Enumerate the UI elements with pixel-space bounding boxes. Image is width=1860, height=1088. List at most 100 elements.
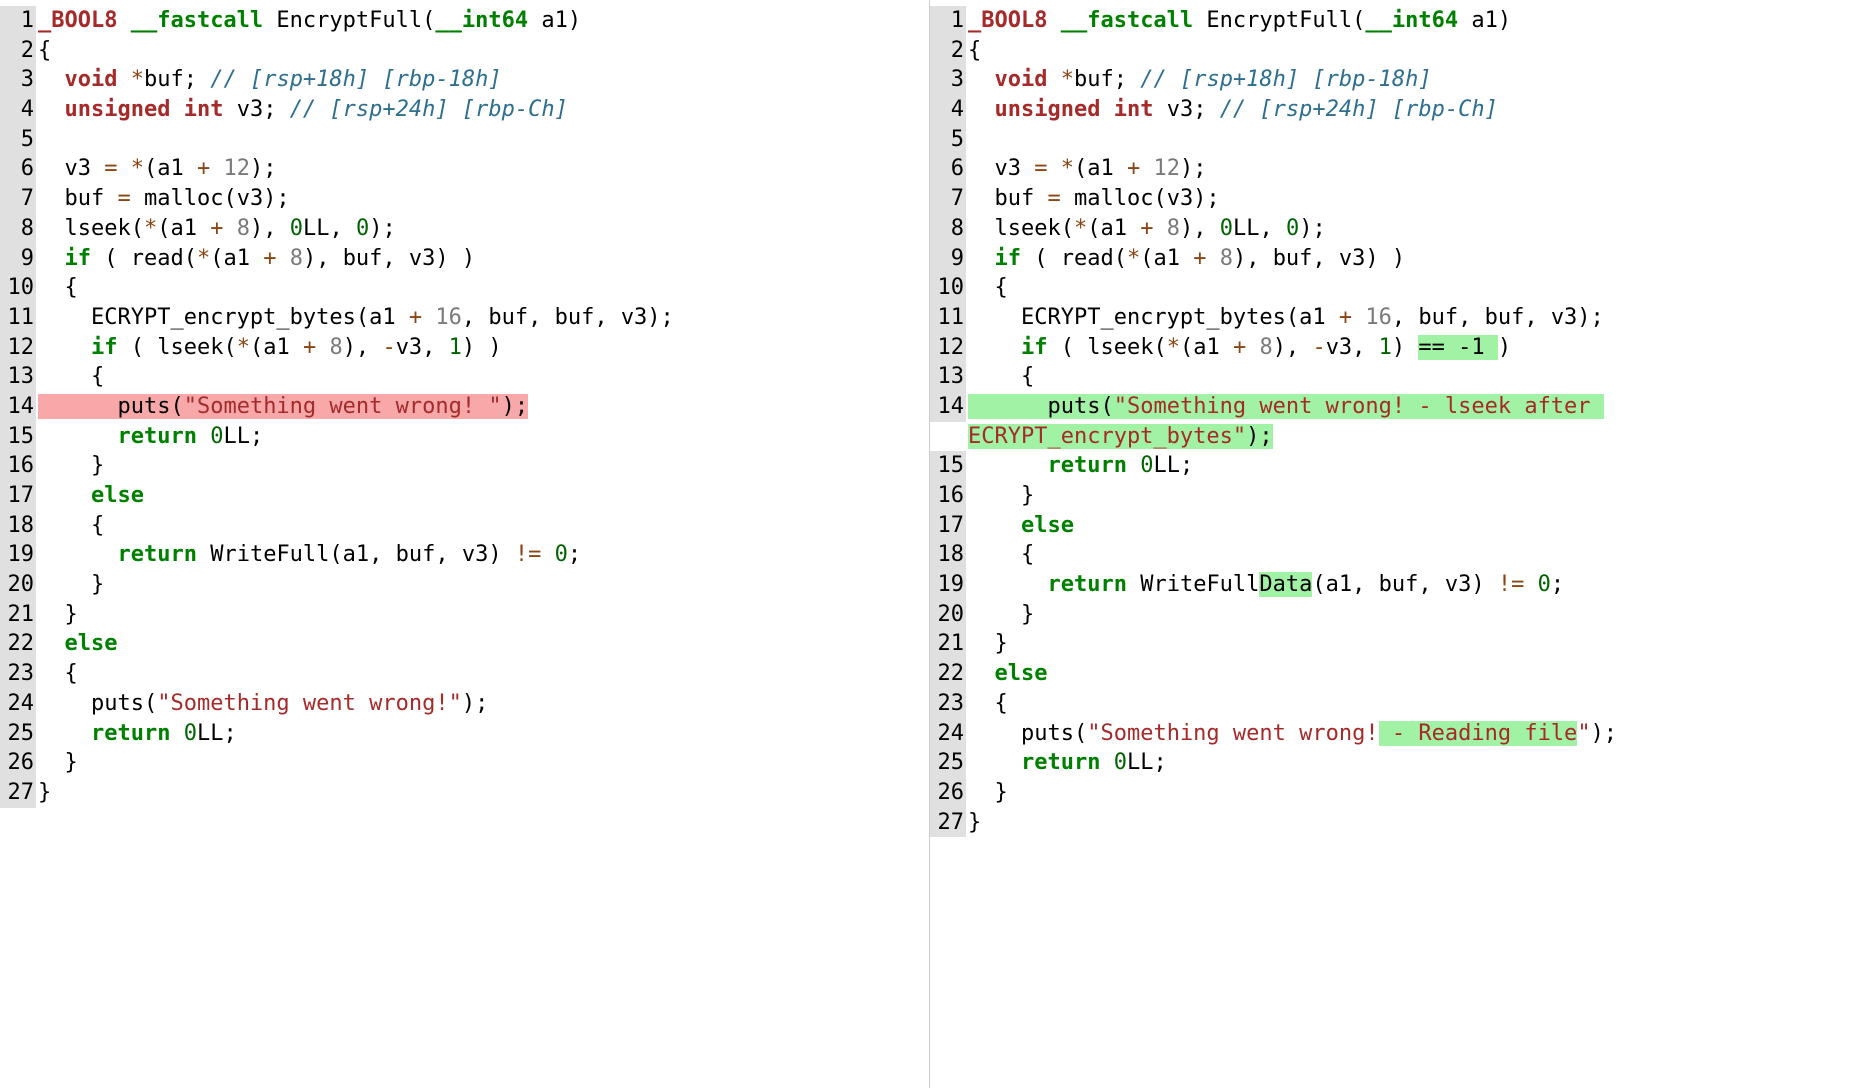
code-segment: " [1577,721,1590,746]
code-segment: } [968,810,981,835]
line-number: 4 [0,95,36,125]
code-segment: * [144,216,157,241]
line-number: 1 [0,6,36,36]
code-segment: "Something went wrong!" [157,691,462,716]
left-line: 4 unsigned int v3; // [rsp+24h] [rbp-Ch] [0,95,929,125]
code-segment [968,246,995,271]
code-segment: // [rsp+24h] [rbp-Ch] [290,97,568,122]
code-segment: (a1, buf, v3) [1312,572,1497,597]
right-line: 18 { [930,540,1860,570]
line-source: { [36,511,104,541]
code-segment: a1) [528,8,581,33]
code-segment: buf [968,186,1047,211]
line-number: 13 [0,362,36,392]
code-segment: return [1047,572,1126,597]
line-source: ECRYPT_encrypt_bytes(a1 + 16, buf, buf, … [966,303,1604,333]
line-source: { [966,36,981,66]
line-source: { [36,36,51,66]
code-segment [968,335,1021,360]
left-line: 8 lseek(*(a1 + 8), 0LL, 0); [0,214,929,244]
left-line: 22 else [0,629,929,659]
line-number: 10 [0,273,36,303]
code-segment: 0 [1140,453,1153,478]
left-line: 11 ECRYPT_encrypt_bytes(a1 + 16, buf, bu… [0,303,929,333]
line-number: 26 [930,778,966,808]
right-line: 3 void *buf; // [rsp+18h] [rbp-18h] [930,65,1860,95]
code-segment [38,721,91,746]
left-line: 20 } [0,570,929,600]
left-line: 12 if ( lseek(*(a1 + 8), -v3, 1) ) [0,333,929,363]
code-segment: = [1047,186,1060,211]
code-segment: (a1 [1180,335,1233,360]
code-segment: + [1193,246,1206,271]
code-segment: + [1140,216,1153,241]
code-segment: WriteFull(a1, buf, v3) [197,542,515,567]
code-segment: 16 [1365,305,1392,330]
code-segment: 0 [1538,572,1551,597]
right-line: 1_BOOL8 __fastcall EncryptFull(__int64 a… [930,6,1860,36]
code-segment: (a1 [157,216,210,241]
code-segment: WriteFull [1127,572,1259,597]
code-segment: ) [1392,335,1419,360]
code-segment: { [38,38,51,63]
code-segment: ); [369,216,396,241]
line-number: 20 [0,570,36,600]
code-segment: { [968,275,1008,300]
code-segment: * [131,67,144,92]
code-segment: } [968,483,1034,508]
code-segment: puts( [968,721,1087,746]
line-source: void *buf; // [rsp+18h] [rbp-18h] [966,65,1432,95]
right-code: 1_BOOL8 __fastcall EncryptFull(__int64 a… [930,6,1860,837]
code-segment: + [1339,305,1352,330]
code-segment: if [65,246,92,271]
right-line: 14 puts("Something went wrong! - lseek a… [930,392,1860,451]
right-line: 19 return WriteFullData(a1, buf, v3) != … [930,570,1860,600]
code-segment [1352,305,1365,330]
code-segment: return [117,542,196,567]
left-line: 3 void *buf; // [rsp+18h] [rbp-18h] [0,65,929,95]
code-segment: buf [38,186,117,211]
code-segment: - Reading file [1379,721,1578,746]
line-number: 12 [0,333,36,363]
code-segment: return [1047,453,1126,478]
code-segment: __fastcall [1061,8,1207,33]
code-segment [118,156,131,181]
code-segment: 0 [210,424,223,449]
code-segment: (a1 [144,156,197,181]
line-number: 24 [930,719,966,749]
code-segment: != [1498,572,1525,597]
line-number: 21 [930,629,966,659]
line-number: 5 [0,125,36,155]
code-segment: { [968,364,1034,389]
line-source: return WriteFull(a1, buf, v3) != 0; [36,540,581,570]
right-line: 24 puts("Something went wrong! - Reading… [930,719,1860,749]
code-segment: // [rsp+18h] [rbp-18h] [1140,67,1431,92]
code-segment: v3 [968,156,1034,181]
left-line: 9 if ( read(*(a1 + 8), buf, v3) ) [0,244,929,274]
code-segment: ( lseek( [117,335,236,360]
code-segment: "Something went wrong! [1087,721,1378,746]
code-segment: != [515,542,542,567]
line-number: 7 [0,184,36,214]
code-segment: ECRYPT_encrypt_bytes(a1 [38,305,409,330]
code-segment: (a1 [1087,216,1140,241]
line-source: lseek(*(a1 + 8), 0LL, 0); [966,214,1326,244]
line-number: 2 [930,36,966,66]
left-line: 1_BOOL8 __fastcall EncryptFull(__int64 a… [0,6,929,36]
right-line: 10 { [930,273,1860,303]
code-segment [170,721,183,746]
left-line: 6 v3 = *(a1 + 12); [0,154,929,184]
line-number: 20 [930,600,966,630]
left-line: 21 } [0,600,929,630]
code-segment: LL; [223,424,263,449]
code-segment: ), buf, v3) ) [1233,246,1405,271]
code-segment [38,67,65,92]
line-source: } [966,481,1034,511]
code-segment: 0 [1220,216,1233,241]
left-line: 13 { [0,362,929,392]
code-segment: 8 [329,335,342,360]
code-segment: * [1061,156,1074,181]
right-line: 11 ECRYPT_encrypt_bytes(a1 + 16, buf, bu… [930,303,1860,333]
right-line: 12 if ( lseek(*(a1 + 8), -v3, 1) == -1 ) [930,333,1860,363]
code-segment: { [38,364,104,389]
